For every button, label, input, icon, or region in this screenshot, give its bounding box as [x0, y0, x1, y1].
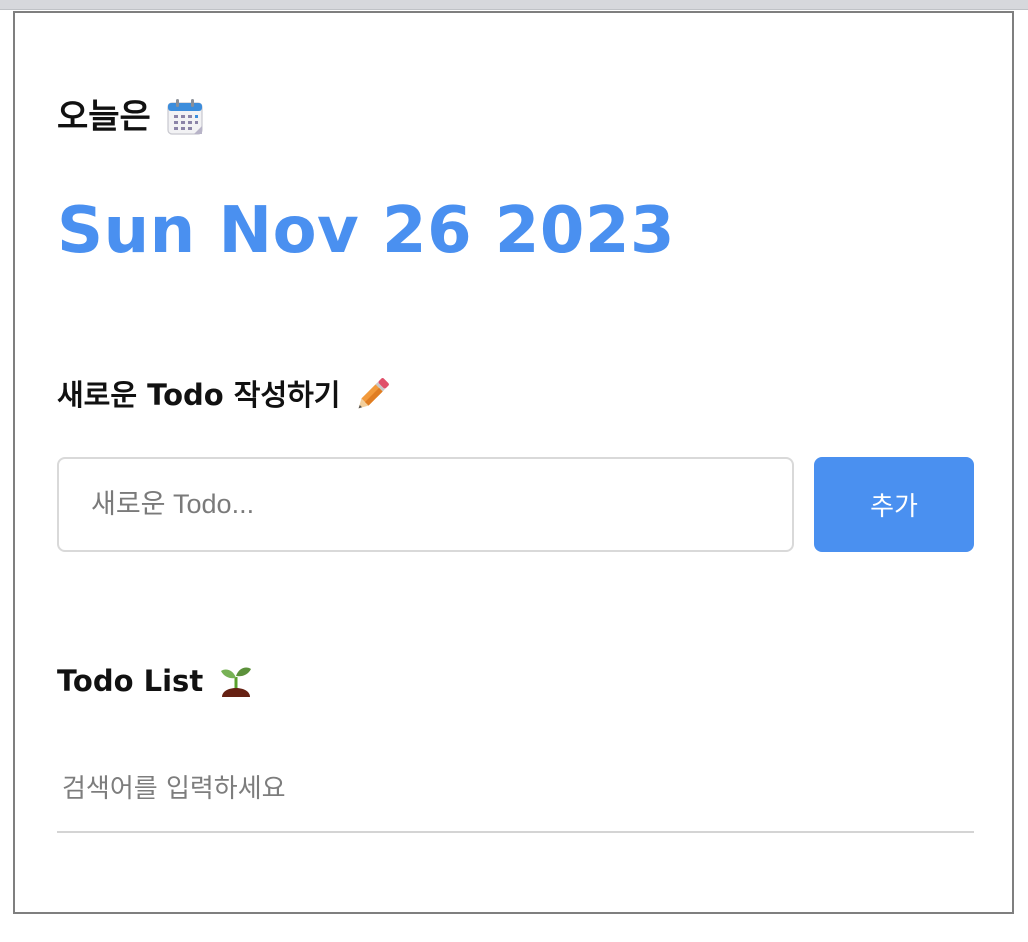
add-todo-button[interactable]: 추가 — [814, 457, 974, 552]
browser-top-bar — [0, 0, 1028, 10]
seedling-icon — [219, 663, 253, 699]
search-input[interactable] — [57, 757, 974, 833]
today-heading: 오늘은 — [57, 95, 205, 139]
list-title: Todo List — [57, 664, 204, 698]
editor-title: 새로운 Todo 작성하기 — [57, 378, 341, 412]
app-frame: 오늘은 Sun Nov 26 2023 새로운 Todo 작성하기 새로운 To… — [13, 11, 1014, 914]
editor-heading: 새로운 Todo 작성하기 — [57, 375, 391, 415]
list-heading: Todo List — [57, 661, 253, 701]
new-todo-input[interactable] — [57, 457, 794, 552]
current-date: Sun Nov 26 2023 — [57, 194, 675, 268]
pencil-icon — [353, 376, 391, 414]
today-label: 오늘은 — [57, 97, 151, 137]
calendar-icon — [165, 97, 205, 137]
